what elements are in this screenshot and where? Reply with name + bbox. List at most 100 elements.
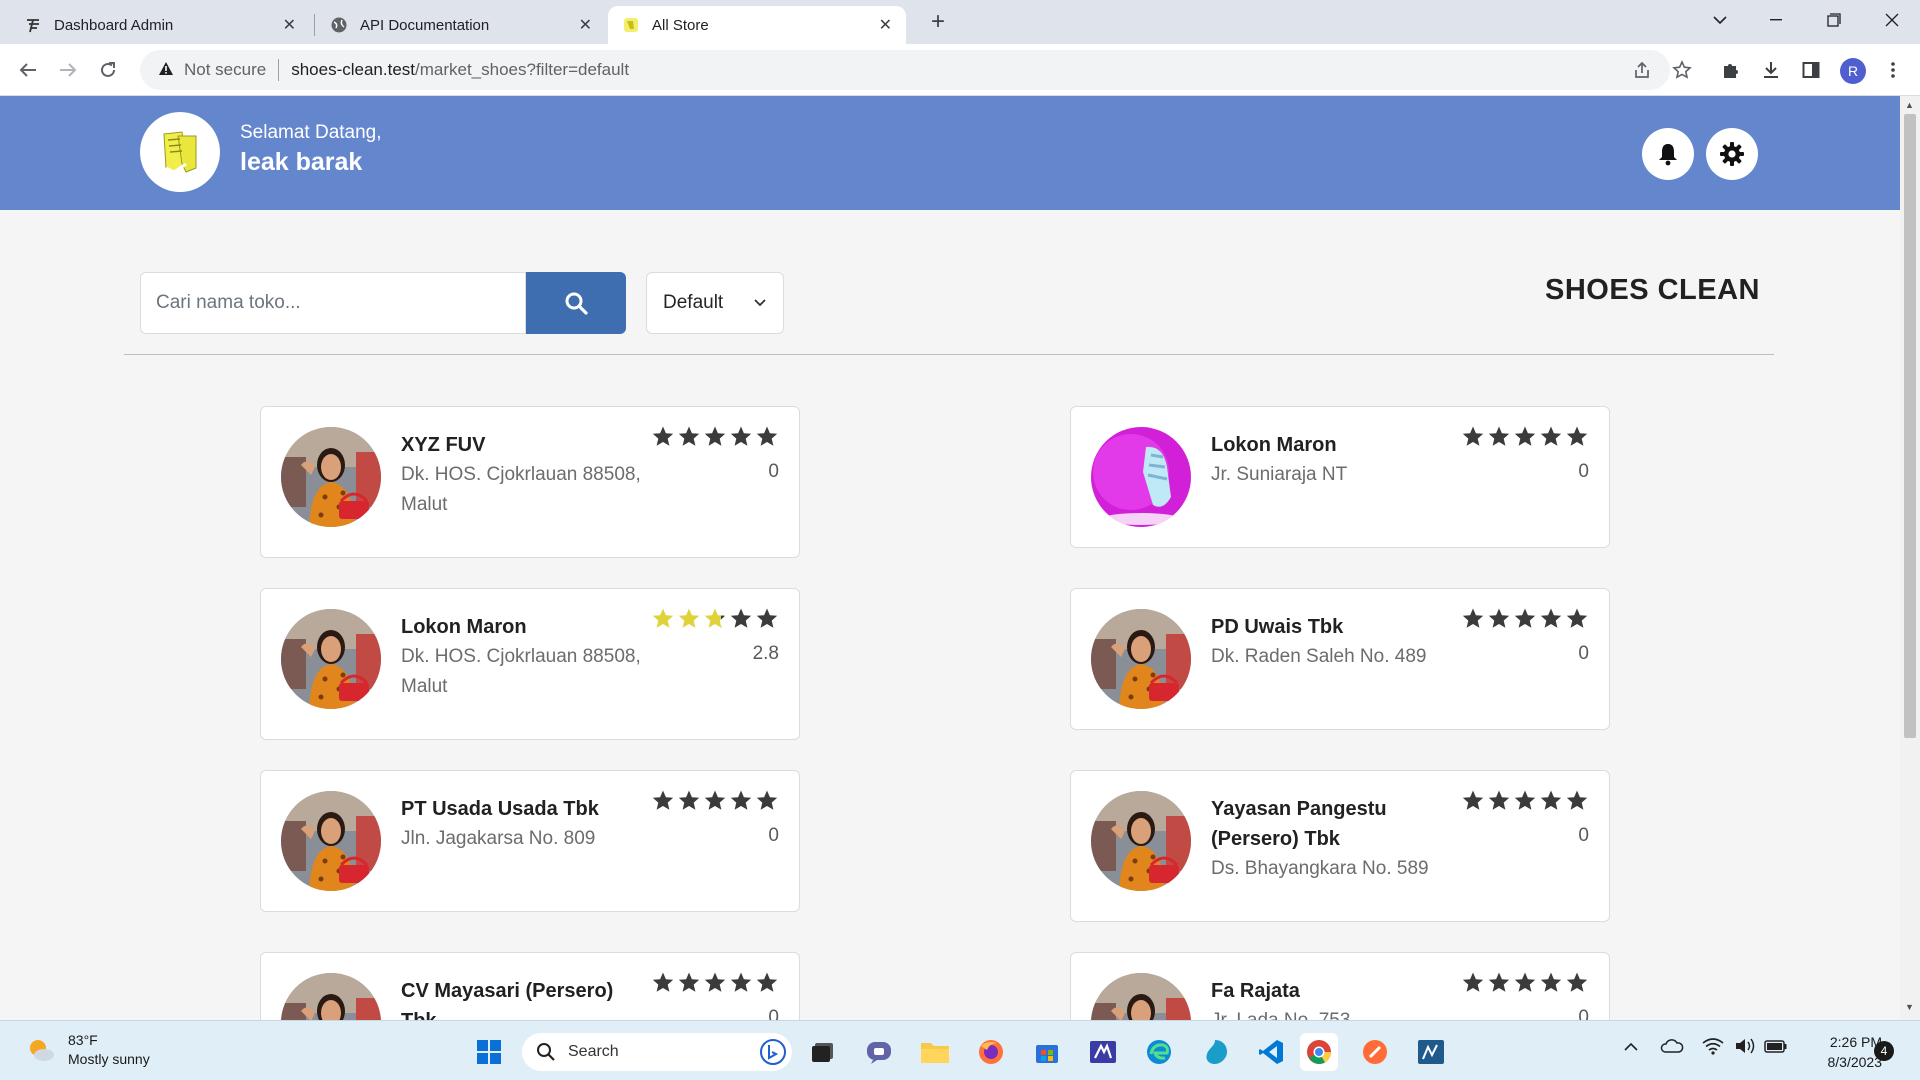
security-label[interactable]: Not secure [184, 60, 266, 80]
notification-count-badge[interactable]: 4 [1874, 1041, 1894, 1061]
start-button[interactable] [470, 1033, 508, 1071]
star-icon [678, 608, 700, 628]
store-address: Dk. HOS. Cjokrlauan 88508, Malut [401, 646, 641, 697]
address-separator [278, 59, 280, 81]
new-tab-button[interactable]: + [922, 6, 954, 38]
store-card[interactable]: PT Usada Usada Tbk Jln. Jagakarsa No. 809… [260, 770, 800, 912]
taskbar-search[interactable]: Search [522, 1033, 792, 1071]
edge-icon[interactable] [1140, 1033, 1178, 1071]
teams-chat-icon[interactable] [860, 1033, 898, 1071]
profile-avatar[interactable]: R [1840, 58, 1866, 84]
star-icon [730, 790, 752, 810]
store-avatar [281, 791, 381, 891]
star-icon [1566, 426, 1588, 446]
star-icon [1514, 608, 1536, 628]
microsoft-store-icon[interactable] [1028, 1033, 1066, 1071]
woman-shopping-photo [1091, 973, 1191, 1020]
rating-value: 2.8 [752, 643, 779, 664]
taskbar-clock[interactable]: 2:26 PM 8/3/2023 [1796, 1032, 1883, 1072]
scroll-down-arrow-icon[interactable]: ▼ [1905, 1002, 1914, 1012]
page-scrollbar[interactable]: ▲ ▼ [1900, 96, 1920, 1020]
tab-api-documentation[interactable]: API Documentation ✕ [316, 6, 606, 44]
star-icon [1488, 972, 1510, 992]
mysql-workbench-icon[interactable] [1412, 1033, 1450, 1071]
rating-value: 0 [1578, 1007, 1589, 1020]
store-card[interactable]: Yayasan Pangestu (Persero) Tbk Ds. Bhayan… [1070, 770, 1610, 922]
store-avatar [1091, 609, 1191, 709]
rating-stars [1459, 425, 1589, 449]
battery-icon[interactable] [1764, 1037, 1788, 1059]
scrollbar-thumb[interactable] [1904, 114, 1916, 738]
star-icon [1514, 790, 1536, 810]
weather-description: Mostly sunny [68, 1051, 150, 1067]
store-search-input[interactable] [140, 272, 526, 334]
store-card[interactable]: XYZ FUV Dk. HOS. Cjokrlauan 88508, Malut 0 [260, 406, 800, 558]
weather-widget[interactable]: 83°F Mostly sunny [26, 1031, 150, 1069]
postman-icon[interactable] [1356, 1033, 1394, 1071]
vscode-icon[interactable] [1252, 1033, 1290, 1071]
bookmark-star-icon[interactable] [1668, 56, 1696, 84]
search-button[interactable] [526, 272, 626, 334]
star-icon [652, 608, 674, 628]
notification-button[interactable] [1642, 128, 1694, 180]
task-view-icon[interactable] [804, 1033, 842, 1071]
tab-dashboard-admin[interactable]: Dashboard Admin ✕ [10, 6, 310, 44]
star-icon [704, 790, 726, 810]
scroll-up-arrow-icon[interactable]: ▲ [1905, 100, 1914, 110]
tab-title: All Store [652, 16, 709, 34]
onedrive-cloud-icon[interactable] [1660, 1037, 1684, 1059]
star-icon [1462, 972, 1484, 992]
star-icon [756, 426, 778, 446]
visual-studio-code-alt-icon[interactable] [1084, 1033, 1122, 1071]
close-window-icon[interactable] [1864, 0, 1920, 40]
url-path: /market_shoes?filter=default [415, 60, 630, 79]
chevron-down-icon [754, 299, 766, 307]
store-card[interactable]: Lokon Maron Jr. Suniaraja NT 0 [1070, 406, 1610, 548]
star-icon [1540, 426, 1562, 446]
store-card[interactable]: CV Mayasari (Persero) TbkJln. Surya No. … [260, 952, 800, 1020]
woman-shopping-photo [1091, 791, 1191, 891]
close-tab-icon[interactable]: ✕ [879, 15, 892, 35]
close-tab-icon[interactable]: ✕ [283, 15, 296, 35]
firefox-icon[interactable] [972, 1033, 1010, 1071]
back-arrow-icon[interactable] [12, 54, 44, 86]
store-card[interactable]: Fa Rajata Jr. Lada No. 753 0 [1070, 952, 1610, 1020]
star-icon [678, 790, 700, 810]
address-bar[interactable]: Not secure shoes-clean.test/market_shoes… [140, 50, 1670, 90]
edge-dev-icon[interactable] [1196, 1033, 1234, 1071]
tab-all-store[interactable]: All Store ✕ [608, 6, 906, 44]
settings-button[interactable] [1706, 128, 1758, 180]
more-menu-icon[interactable] [1878, 55, 1908, 85]
weather-temperature: 83°F [68, 1032, 98, 1048]
store-card[interactable]: PD Uwais Tbk Dk. Raden Saleh No. 489 0 [1070, 588, 1610, 730]
tab-search-chevron-down-icon[interactable] [1692, 0, 1748, 40]
star-icon [730, 426, 752, 446]
sneaker-logo-icon [163, 131, 197, 174]
app-logo-icon [24, 16, 42, 34]
show-hidden-icons-chevron-up-icon[interactable] [1624, 1039, 1638, 1056]
reload-icon[interactable] [92, 54, 124, 86]
download-icon[interactable] [1756, 55, 1786, 85]
restore-icon[interactable] [1806, 0, 1862, 40]
close-tab-icon[interactable]: ✕ [579, 15, 592, 35]
pink-sneaker-photo [1091, 427, 1191, 527]
star-icon [756, 608, 778, 628]
store-name: XYZ FUV [401, 434, 486, 456]
minimize-icon[interactable] [1748, 0, 1804, 40]
star-icon [652, 790, 674, 810]
store-card[interactable]: Lokon Maron Dk. HOS. Cjokrlauan 88508, Ma… [260, 588, 800, 740]
filter-select[interactable]: Default [646, 272, 784, 334]
shoe-favicon-icon [622, 16, 640, 34]
forward-arrow-icon[interactable] [52, 54, 84, 86]
search-icon [537, 1043, 555, 1061]
chrome-icon[interactable] [1300, 1033, 1338, 1071]
shoe-logo[interactable] [140, 112, 220, 192]
file-explorer-icon[interactable] [916, 1033, 954, 1071]
side-panel-icon[interactable] [1796, 55, 1826, 85]
wifi-icon[interactable] [1702, 1037, 1724, 1059]
store-address: Jr. Suniaraja NT [1211, 464, 1348, 485]
volume-icon[interactable] [1734, 1037, 1756, 1059]
share-icon[interactable] [1628, 56, 1656, 84]
rating-value: 0 [1578, 643, 1589, 664]
extensions-puzzle-icon[interactable] [1716, 55, 1746, 85]
